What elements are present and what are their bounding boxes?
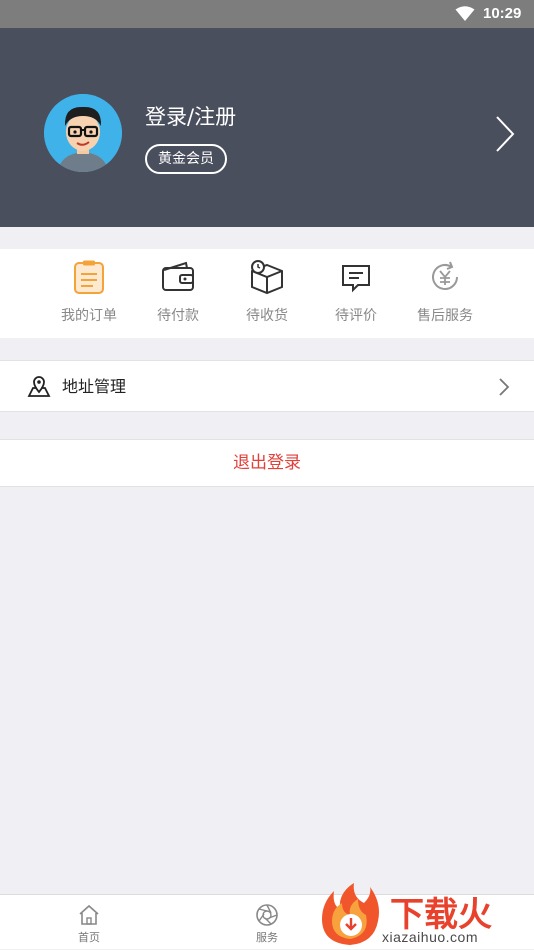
pending-payment-button[interactable]: 待付款 [133,249,223,338]
location-pin-icon [27,376,51,397]
tab-service[interactable]: 服务 [237,895,297,950]
watermark-logo: 下载火 xiazaihuo.com [316,879,534,949]
wallet-icon [162,261,194,291]
profile-header[interactable]: 登录/注册 黄金会员 [0,28,534,227]
order-status-bar: 我的订单 待付款 待收货 待评价 售后服务 [0,249,534,338]
address-management-label: 地址管理 [62,377,127,396]
logout-label: 退出登录 [233,453,301,473]
watermark-url: xiazaihuo.com [382,929,478,945]
after-sales-label: 售后服务 [417,308,473,324]
pending-review-button[interactable]: 待评价 [311,249,401,338]
wifi-icon [455,6,475,21]
chevron-right-icon [499,378,510,396]
package-clock-icon [251,260,283,295]
pending-receipt-label: 待收货 [246,308,288,324]
status-time: 10:29 [483,5,522,22]
after-sales-button[interactable]: 售后服务 [400,249,490,338]
status-bar: 10:29 [0,0,534,28]
chevron-right-icon[interactable] [494,114,516,154]
tab-home[interactable]: 首页 [59,895,119,950]
home-icon [79,904,99,925]
logout-button[interactable]: 退出登录 [0,439,534,487]
tab-service-label: 服务 [256,931,278,944]
login-register-link[interactable]: 登录/注册 [145,101,236,131]
flame-download-icon [322,883,379,945]
pending-receipt-button[interactable]: 待收货 [222,249,312,338]
member-level-badge: 黄金会员 [145,144,227,174]
address-management-row[interactable]: 地址管理 [0,360,534,412]
refund-yen-icon [432,261,458,290]
my-orders-button[interactable]: 我的订单 [44,249,134,338]
comment-icon [342,265,370,293]
aperture-icon [256,904,278,926]
my-orders-label: 我的订单 [61,308,117,324]
avatar-cartoon-icon[interactable] [44,94,122,172]
pending-payment-label: 待付款 [157,308,199,324]
clipboard-icon [74,260,104,294]
tab-home-label: 首页 [78,931,100,944]
pending-review-label: 待评价 [335,308,377,324]
